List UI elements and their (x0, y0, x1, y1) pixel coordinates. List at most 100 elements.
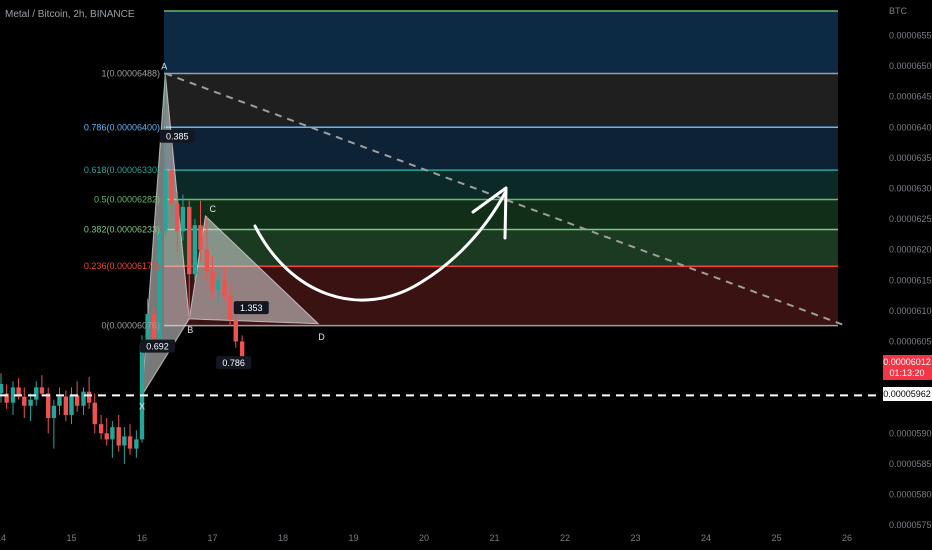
candle (57, 387, 62, 415)
pattern-point-a: A (161, 61, 167, 71)
price-tick: 0.00005800 (889, 490, 932, 500)
candle-body (163, 170, 168, 232)
candle (122, 427, 127, 464)
candle (98, 414, 104, 440)
date-tick: 18 (278, 533, 288, 543)
price-tick: 0.00006150 (889, 275, 932, 285)
pattern-point-b: B (187, 325, 193, 335)
date-tick: 21 (489, 533, 499, 543)
date-tick: 19 (348, 533, 358, 543)
reference-price-badge: 0.00005962 (883, 387, 932, 401)
fib-label-1: 1(0.00006488) (101, 68, 160, 78)
candle-body (180, 206, 186, 232)
date-tick: 26 (842, 533, 852, 543)
fib-label-0-382: 0.382(0.00006233) (84, 225, 160, 235)
candle (28, 393, 33, 422)
candle (39, 375, 45, 397)
candle-body (57, 396, 62, 406)
candle (110, 421, 115, 458)
fib-label-0-236: 0.236(0.00006173) (84, 261, 160, 271)
candle-body (122, 436, 127, 446)
candle-body (215, 280, 221, 290)
time-axis[interactable]: 14 15 16 17 18 19 20 21 22 23 24 25 26 (0, 530, 880, 550)
candle (192, 219, 198, 281)
candle (51, 399, 57, 449)
fib-label-0-5: 0.5(0.00006282) (94, 195, 160, 205)
candle (22, 387, 27, 419)
candle-body (233, 320, 238, 342)
pattern-point-x: X (139, 401, 145, 411)
ratio-label: 0.786 (222, 358, 245, 368)
candle-body (98, 424, 104, 434)
ratio-label: 1.353 (240, 303, 263, 313)
candle (69, 387, 74, 425)
price-tick: 0.00006550 (889, 30, 932, 40)
candle-body (74, 395, 80, 406)
date-tick: 22 (560, 533, 570, 543)
fib-zone-extension (164, 11, 838, 74)
candle-body (92, 402, 97, 425)
candle (127, 424, 133, 455)
candle-body (127, 436, 133, 449)
candle-body (0, 383, 4, 393)
candle-body (139, 344, 145, 440)
candle-body (63, 396, 69, 415)
price-tick: 0.00006100 (889, 306, 932, 316)
candle-body (210, 271, 215, 290)
reference-price-value: 0.00005962 (883, 389, 931, 399)
fib-zone-0-5 (164, 199, 838, 230)
price-tick: 0.00006050 (889, 337, 932, 347)
candle-body (175, 203, 180, 232)
price-tick: 0.00006300 (889, 183, 932, 193)
chart-container[interactable]: 1(0.00006488) 0.786(0.00006400) 0.618(0.00… (0, 0, 932, 550)
candle (74, 381, 80, 412)
candle-countdown: 01:13:20 (889, 368, 924, 378)
candle-body (204, 249, 210, 272)
candle-body (104, 433, 109, 440)
candle (63, 390, 69, 422)
candle (4, 384, 9, 409)
price-tick: 0.00006400 (889, 122, 932, 132)
candle-body (169, 170, 174, 204)
candle (10, 381, 16, 415)
candle (92, 393, 97, 434)
candle-body (187, 206, 192, 275)
price-tick: 0.00006500 (889, 61, 932, 71)
price-tick: 0.00006350 (889, 153, 932, 163)
fib-label-0-618: 0.618(0.00006330) (84, 165, 160, 175)
price-tick: 0.00005850 (889, 459, 932, 469)
candle-body (134, 439, 139, 449)
date-tick: 14 (0, 533, 6, 543)
candle-body (22, 396, 27, 406)
candle-body (81, 391, 86, 406)
candle-body (227, 295, 233, 321)
price-tick: 0.00006450 (889, 92, 932, 102)
ratio-label: 0.385 (166, 132, 189, 142)
candle-body (28, 399, 33, 406)
date-tick: 24 (701, 533, 711, 543)
candle (81, 387, 86, 415)
last-price-value: 0.00006012 (883, 357, 931, 367)
date-tick: 15 (66, 533, 76, 543)
price-tick: 0.00006200 (889, 245, 932, 255)
price-axis[interactable]: BTC 0.00006550 0.00006500 0.00006450 0.0000… (880, 0, 932, 550)
candle (104, 418, 109, 446)
date-tick: 25 (771, 533, 781, 543)
tradingview-chart[interactable]: 1(0.00006488) 0.786(0.00006400) 0.618(0.00… (0, 0, 932, 550)
candle (34, 381, 39, 406)
candle-body (86, 391, 92, 403)
candle-body (116, 427, 121, 446)
fib-zone-0-786 (164, 127, 838, 171)
price-tick: 0.00005750 (889, 520, 932, 530)
fib-label-0: 0(0.00006076) (101, 321, 160, 331)
fib-label-group: 1(0.00006488) 0.786(0.00006400) 0.618(0.00… (84, 68, 160, 330)
date-tick: 17 (207, 533, 217, 543)
price-tick: 0.00005900 (889, 428, 932, 438)
pattern-point-d: D (318, 332, 325, 342)
candle-body (34, 387, 39, 400)
ratio-label: 0.692 (146, 342, 169, 352)
candle-body (39, 387, 45, 394)
date-tick: 23 (630, 533, 640, 543)
candle (16, 378, 21, 400)
fib-zone-0-618 (164, 170, 838, 200)
